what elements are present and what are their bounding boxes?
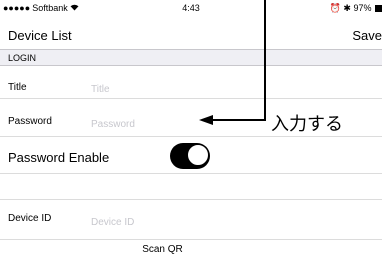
title-input[interactable] bbox=[91, 84, 241, 95]
annotation-arrow-icon bbox=[199, 115, 213, 125]
device-id-input[interactable] bbox=[91, 217, 241, 228]
title-row: Title bbox=[0, 66, 382, 99]
password-enable-label: Password Enable bbox=[8, 150, 110, 165]
back-device-list-button[interactable]: Device List bbox=[8, 28, 72, 43]
device-id-row: Device ID bbox=[0, 200, 382, 240]
scan-qr-button[interactable]: Scan QR bbox=[0, 244, 325, 255]
battery-percentage: 97% bbox=[353, 3, 372, 13]
empty-row bbox=[0, 174, 382, 200]
title-label: Title bbox=[8, 82, 27, 93]
section-header-label: LOGIN bbox=[8, 53, 37, 63]
save-button[interactable]: Save bbox=[352, 28, 382, 43]
toggle-knob bbox=[187, 144, 209, 166]
annotation-text: 入力する bbox=[271, 114, 343, 134]
navigation-bar: Device List Save bbox=[0, 22, 382, 47]
annotation-line-horizontal bbox=[212, 119, 266, 121]
password-label: Password bbox=[8, 116, 52, 127]
annotation-line-vertical bbox=[264, 0, 266, 120]
alarm-bluetooth-icons: ⏰ ✱ bbox=[329, 3, 351, 13]
status-bar: ●●●●● Softbank 4:43 ⏰ ✱ 97% bbox=[0, 0, 382, 22]
login-section-header: LOGIN bbox=[0, 49, 382, 66]
password-enable-row: Password Enable bbox=[0, 137, 382, 174]
device-id-label: Device ID bbox=[8, 213, 52, 224]
battery-icon bbox=[375, 5, 382, 12]
status-time: 4:43 bbox=[182, 3, 200, 13]
password-enable-toggle[interactable] bbox=[170, 143, 210, 169]
status-right: ⏰ ✱ 97% bbox=[330, 3, 382, 14]
